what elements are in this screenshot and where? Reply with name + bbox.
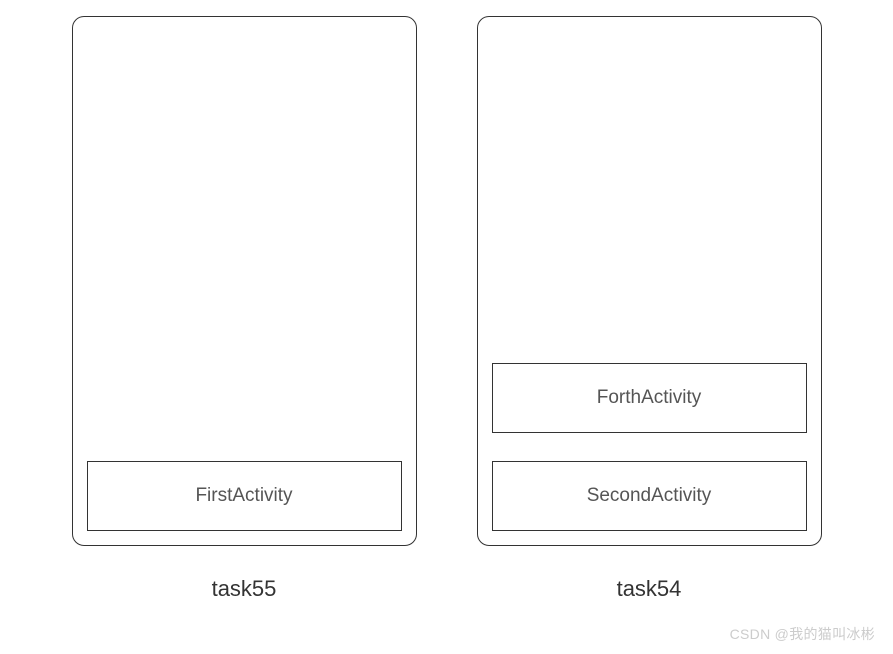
activity-box: FirstActivity	[87, 461, 402, 531]
task-stack-box: ForthActivity SecondActivity	[477, 16, 822, 546]
watermark-text: CSDN @我的猫叫冰彬	[730, 624, 875, 644]
task-label: task55	[212, 576, 277, 602]
activity-label: SecondActivity	[587, 485, 712, 507]
task-column-left: FirstActivity task55	[72, 16, 417, 602]
activity-box: ForthActivity	[492, 363, 807, 433]
activity-box: SecondActivity	[492, 461, 807, 531]
task-label: task54	[617, 576, 682, 602]
diagram-container: FirstActivity task55 ForthActivity Secon…	[0, 0, 893, 602]
activity-label: FirstActivity	[195, 485, 292, 507]
activity-label: ForthActivity	[597, 387, 702, 409]
task-stack-box: FirstActivity	[72, 16, 417, 546]
task-column-right: ForthActivity SecondActivity task54	[477, 16, 822, 602]
